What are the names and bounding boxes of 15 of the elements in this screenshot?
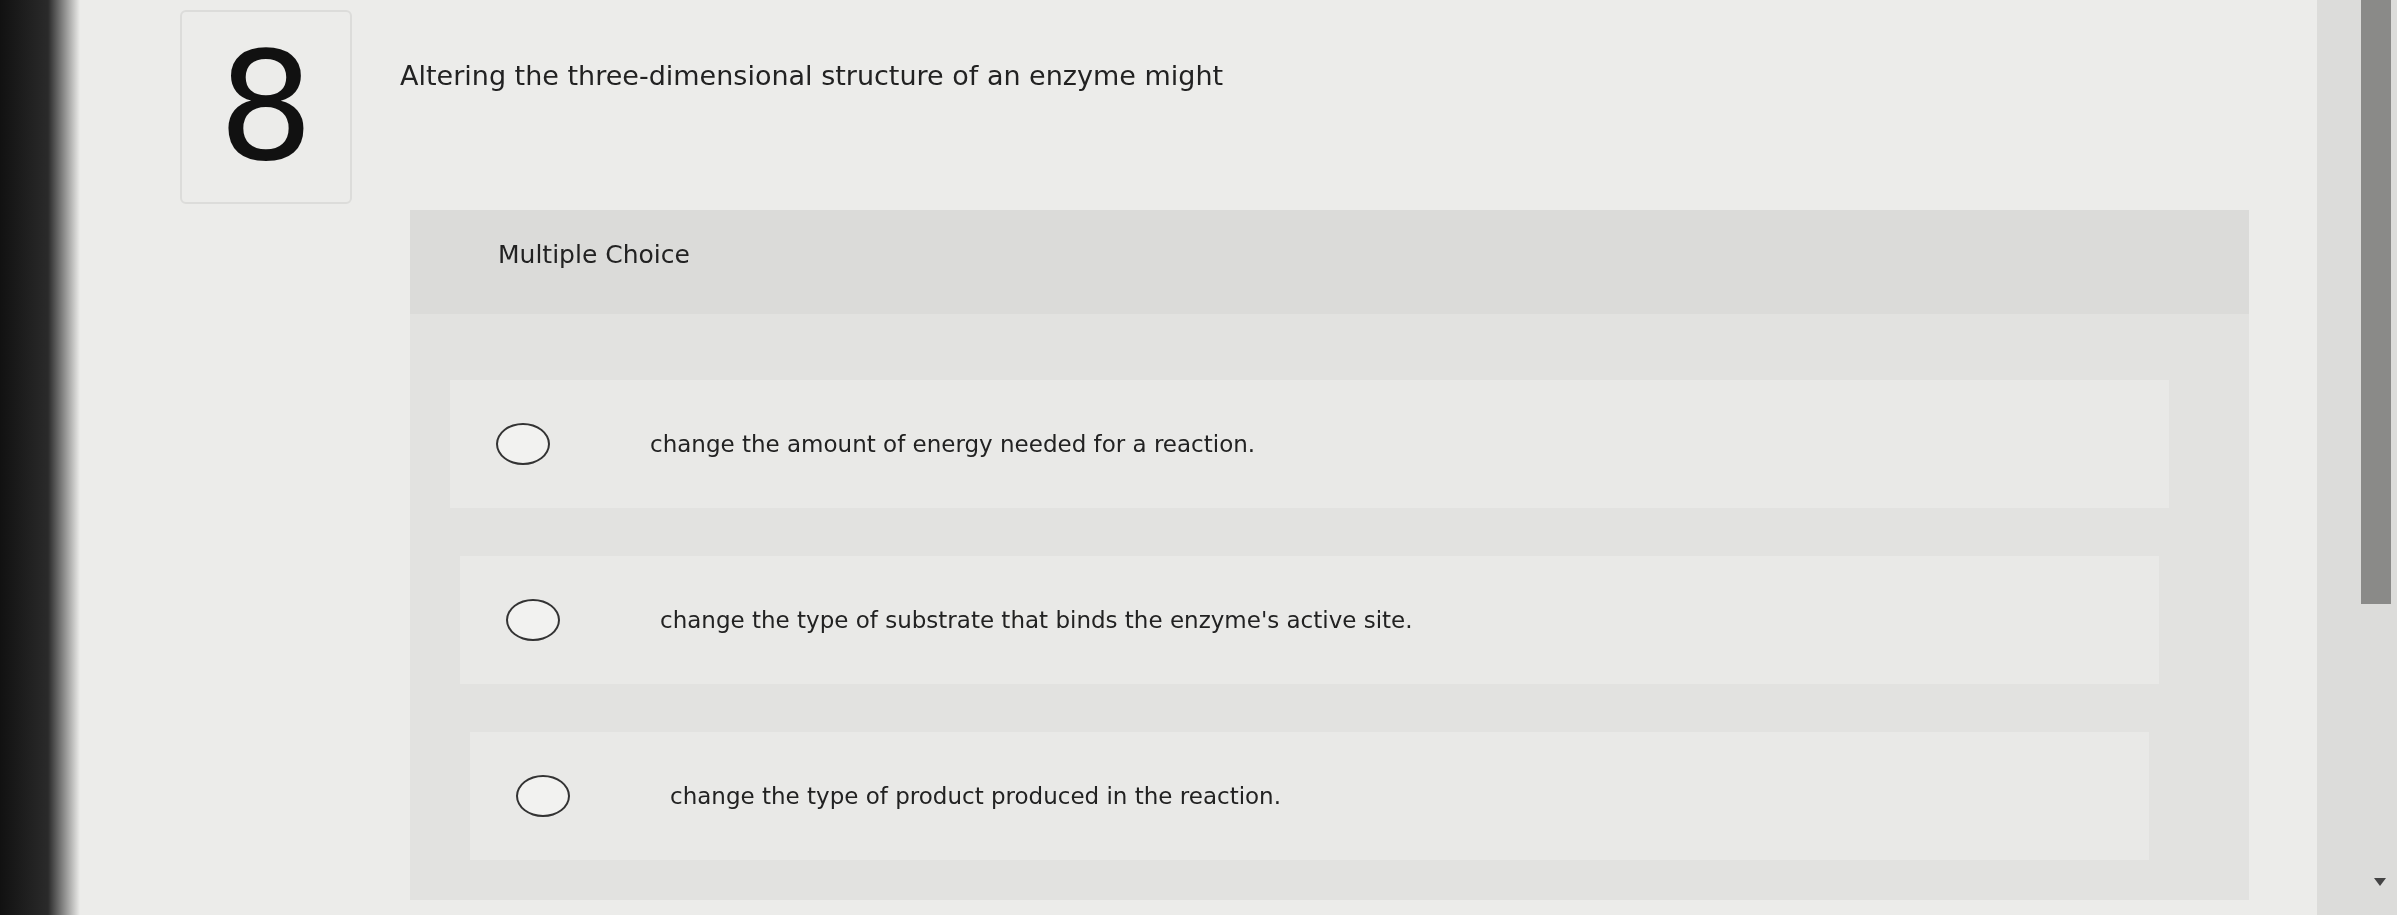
scroll-down-icon[interactable] [2373, 877, 2387, 887]
radio-button[interactable] [506, 599, 560, 641]
format-header: Multiple Choice [410, 210, 2249, 314]
answer-option[interactable]: change the type of substrate that binds the enzyme's active site. [460, 556, 2159, 684]
answer-option[interactable]: change the type of product produced in the reaction. [470, 732, 2149, 860]
question-number: 8 [180, 10, 352, 204]
radio-button[interactable] [496, 423, 550, 465]
radio-button[interactable] [516, 775, 570, 817]
option-text: change the type of product produced in the reaction. [670, 783, 1281, 809]
option-text: change the type of substrate that binds the enzyme's active site. [660, 607, 1413, 633]
answer-option[interactable]: change the amount of energy needed for a reaction. [450, 380, 2169, 508]
scrollbar-thumb[interactable] [2361, 0, 2391, 604]
option-text: change the amount of energy needed for a reaction. [650, 431, 1256, 457]
question-prompt: Altering the three-dimensional structure of an enzyme might [400, 60, 1224, 91]
scrollbar[interactable] [2317, 0, 2397, 915]
